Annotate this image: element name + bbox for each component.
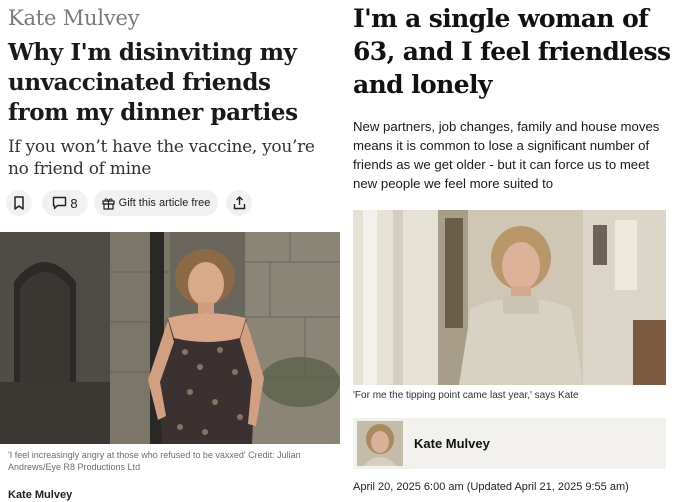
article-headline: Why I'm disinviting my unvaccinated frie… xyxy=(8,39,298,126)
author-avatar-image xyxy=(357,421,403,466)
article-standfirst: If you won’t have the vaccine, you’re no… xyxy=(8,137,315,179)
article-photo xyxy=(0,232,340,444)
gift-article-button[interactable]: Gift this article free xyxy=(94,190,218,216)
woman-in-sweater-photo xyxy=(353,210,666,385)
right-article-panel: I'm a single woman of 63, and I feel fri… xyxy=(341,0,680,502)
avatar xyxy=(357,421,403,466)
gift-icon xyxy=(102,197,115,210)
article-standfirst: New partners, job changes, family and ho… xyxy=(353,119,660,191)
bookmark-button[interactable] xyxy=(6,190,32,216)
gift-label: Gift this article free xyxy=(118,197,211,209)
photo-caption: 'For me the tipping point came last year… xyxy=(353,390,579,401)
byline[interactable]: Kate Mulvey xyxy=(8,489,72,501)
share-icon xyxy=(233,196,245,210)
left-article-panel: Kate Mulvey Why I'm disinviting my unvac… xyxy=(0,0,340,502)
woman-in-dress-photo xyxy=(0,232,340,444)
comment-icon xyxy=(53,196,67,210)
article-headline: I'm a single woman of 63, and I feel fri… xyxy=(353,4,671,99)
bookmark-icon xyxy=(14,196,24,210)
author-name[interactable]: Kate Mulvey xyxy=(8,6,140,30)
article-photo xyxy=(353,210,666,385)
comments-button[interactable]: 8 xyxy=(42,190,88,216)
share-button[interactable] xyxy=(226,190,252,216)
author-box[interactable]: Kate Mulvey xyxy=(353,418,666,469)
publish-date: April 20, 2025 6:00 am (Updated April 21… xyxy=(353,481,629,493)
comment-count: 8 xyxy=(70,195,78,211)
photo-caption: 'I feel increasingly angry at those who … xyxy=(8,450,301,472)
author-name[interactable]: Kate Mulvey xyxy=(414,436,490,451)
